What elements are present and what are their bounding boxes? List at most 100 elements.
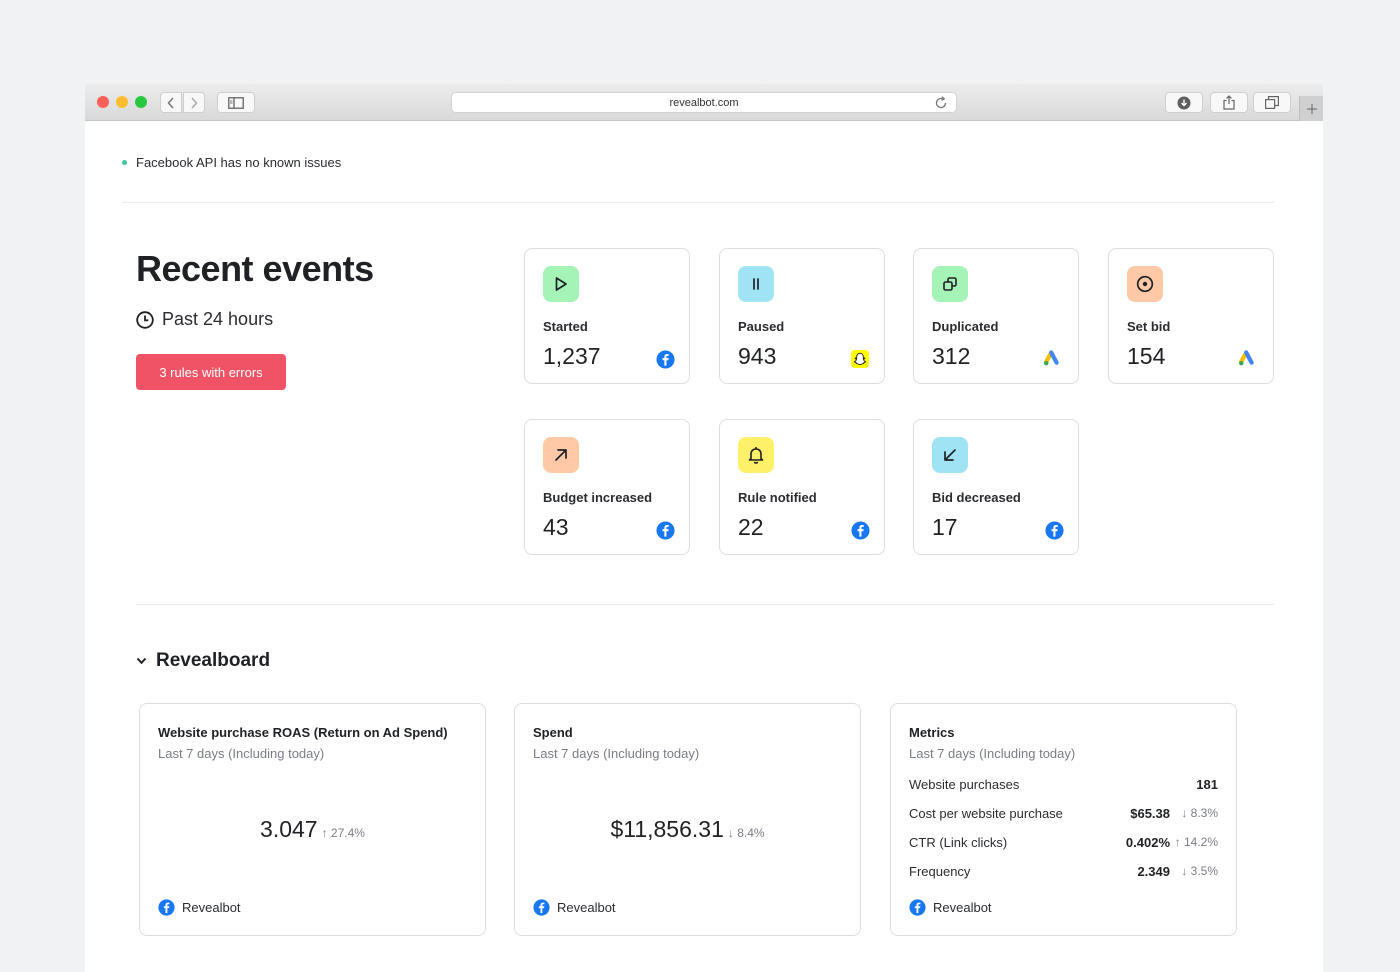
facebook-icon xyxy=(655,520,675,540)
chevron-down-icon xyxy=(136,657,147,665)
metric-label: Cost per website purchase xyxy=(909,805,1063,821)
source-label: Revealbot xyxy=(557,900,616,915)
event-count: 17 xyxy=(932,514,958,540)
facebook-icon xyxy=(533,899,550,916)
metric-row-cost-per-purchase: Cost per website purchase $65.38 ↓ 8.3% xyxy=(909,803,1218,823)
event-card-bid-decreased[interactable]: Bid decreased 17 xyxy=(913,419,1079,555)
metric-label: Frequency xyxy=(909,863,971,879)
metric-value: $65.38 xyxy=(1130,805,1170,821)
metric-value: 0.402% xyxy=(1125,834,1170,850)
event-card-budget-increased[interactable]: Budget increased 43 xyxy=(524,419,690,555)
metric-delta: ↑ 14.2% xyxy=(1174,835,1218,849)
arrow-up-right-icon xyxy=(543,437,579,473)
reload-icon[interactable] xyxy=(934,96,948,110)
widget-source: Revealbot xyxy=(533,899,616,916)
event-card-rule-notified[interactable]: Rule notified 22 xyxy=(719,419,885,555)
bell-icon xyxy=(738,437,774,473)
revealboard-toggle[interactable]: Revealboard xyxy=(136,650,270,672)
new-tab-button[interactable] xyxy=(1299,96,1323,121)
api-status-text: Facebook API has no known issues xyxy=(136,155,342,170)
event-label: Started xyxy=(543,319,588,334)
metric-value: $11,856.31 xyxy=(610,816,724,842)
source-label: Revealbot xyxy=(933,900,992,915)
event-label: Rule notified xyxy=(738,490,817,505)
event-label: Paused xyxy=(738,319,785,334)
widget-subtitle: Last 7 days (Including today) xyxy=(533,746,700,761)
event-card-set-bid[interactable]: Set bid 154 xyxy=(1108,248,1274,384)
event-label: Set bid xyxy=(1127,319,1171,334)
metric-label: CTR (Link clicks) xyxy=(909,834,1008,850)
event-card-paused[interactable]: Paused 943 xyxy=(719,248,885,384)
metric-value: 181 xyxy=(1196,776,1218,792)
metric-delta: ↑ 27.4% xyxy=(321,826,365,840)
tab-overview-button[interactable] xyxy=(1253,92,1291,113)
downloads-button[interactable] xyxy=(1165,92,1203,113)
metric-delta: ↓ 3.5% xyxy=(1181,864,1218,878)
close-window-button[interactable] xyxy=(97,96,109,108)
divider xyxy=(122,202,1274,203)
snapchat-icon xyxy=(850,349,870,369)
event-card-started[interactable]: Started 1,237 xyxy=(524,248,690,384)
facebook-icon xyxy=(850,520,870,540)
event-label: Duplicated xyxy=(932,319,999,334)
minimize-window-button[interactable] xyxy=(116,96,128,108)
google-ads-icon xyxy=(1239,349,1259,369)
play-icon xyxy=(543,266,579,302)
widget-spend[interactable]: Spend Last 7 days (Including today) $11,… xyxy=(514,703,861,936)
copy-icon xyxy=(932,266,968,302)
url-text: revealbot.com xyxy=(669,96,739,109)
facebook-icon xyxy=(655,349,675,369)
event-count: 43 xyxy=(543,514,569,540)
source-label: Revealbot xyxy=(182,900,241,915)
widget-title: Website purchase ROAS (Return on Ad Spen… xyxy=(158,725,448,740)
share-icon xyxy=(1223,95,1235,110)
metric-label: Website purchases xyxy=(909,776,1020,792)
metric-value: 2.349 xyxy=(1137,863,1170,879)
event-count: 312 xyxy=(932,343,971,369)
sidebar-icon xyxy=(228,96,244,109)
event-label: Bid decreased xyxy=(932,490,1021,505)
metric-row-frequency: Frequency 2.349 ↓ 3.5% xyxy=(909,861,1218,881)
api-status: Facebook API has no known issues xyxy=(122,155,341,170)
plus-icon xyxy=(1306,103,1317,114)
metric-row-ctr: CTR (Link clicks) 0.402% ↑ 14.2% xyxy=(909,832,1218,852)
arrow-down-left-icon xyxy=(932,437,968,473)
chevron-left-icon xyxy=(167,96,174,109)
forward-button[interactable] xyxy=(183,92,205,113)
share-button[interactable] xyxy=(1210,92,1248,113)
widget-subtitle: Last 7 days (Including today) xyxy=(909,746,1076,761)
revealboard-title: Revealboard xyxy=(156,650,271,671)
clock-icon xyxy=(136,310,154,329)
address-bar[interactable]: revealbot.com xyxy=(451,92,957,113)
event-count: 22 xyxy=(738,514,764,540)
widget-value: 3.047 ↑ 27.4% xyxy=(140,816,485,843)
widget-metrics[interactable]: Metrics Last 7 days (Including today) We… xyxy=(890,703,1237,936)
metric-delta: ↓ 8.4% xyxy=(727,826,765,840)
target-icon xyxy=(1127,266,1163,302)
facebook-icon xyxy=(1044,520,1064,540)
metric-delta: ↓ 8.3% xyxy=(1181,806,1218,820)
browser-window: revealbot.com Facebook API has no known … xyxy=(85,84,1323,972)
widget-subtitle: Last 7 days (Including today) xyxy=(158,746,325,761)
event-card-duplicated[interactable]: Duplicated 312 xyxy=(913,248,1079,384)
status-dot xyxy=(122,160,127,165)
event-count: 943 xyxy=(738,343,777,369)
widget-title: Metrics xyxy=(909,725,955,740)
period-label: Past 24 hours xyxy=(162,309,274,329)
metric-value: 3.047 xyxy=(260,816,318,842)
facebook-icon xyxy=(158,899,175,916)
widget-source: Revealbot xyxy=(158,899,241,916)
event-count: 154 xyxy=(1127,343,1166,369)
event-label: Budget increased xyxy=(543,490,653,505)
recent-events-period[interactable]: Past 24 hours xyxy=(136,309,273,330)
sidebar-toggle-button[interactable] xyxy=(217,92,255,113)
back-button[interactable] xyxy=(160,92,182,113)
recent-events-title: Recent events xyxy=(136,248,374,289)
rules-with-errors-button[interactable]: 3 rules with errors xyxy=(136,354,286,390)
zoom-window-button[interactable] xyxy=(135,96,147,108)
facebook-icon xyxy=(909,899,926,916)
pause-icon xyxy=(738,266,774,302)
browser-titlebar: revealbot.com xyxy=(85,84,1323,121)
widget-title: Spend xyxy=(533,725,573,740)
widget-roas[interactable]: Website purchase ROAS (Return on Ad Spen… xyxy=(139,703,486,936)
